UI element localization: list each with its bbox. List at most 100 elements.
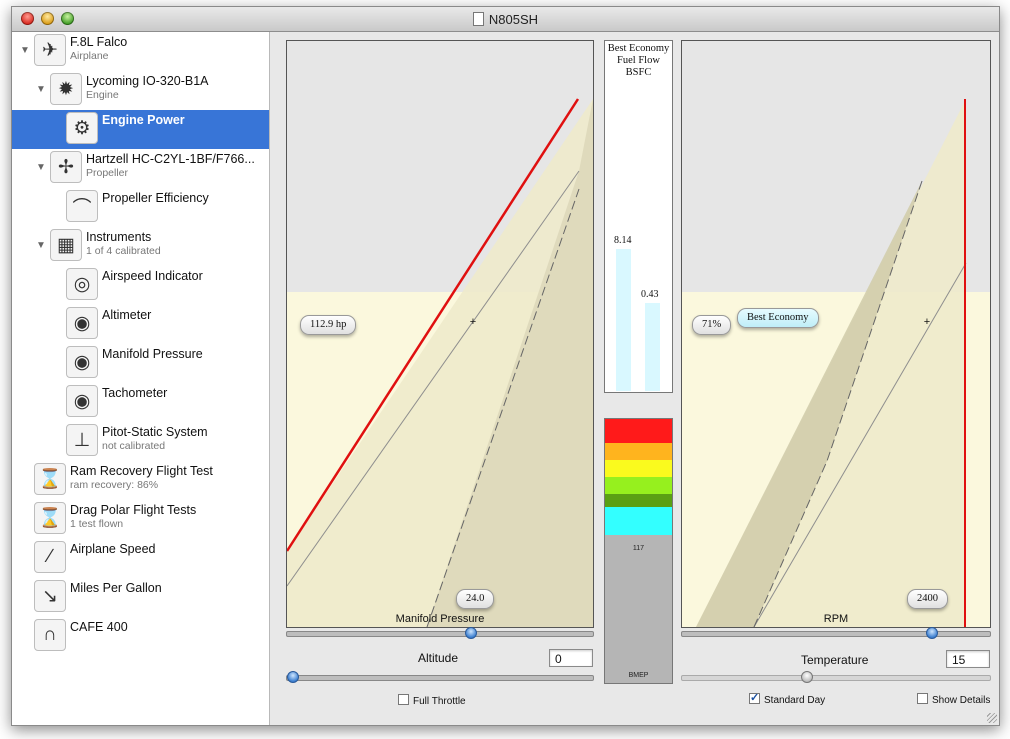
bsfc-value: 0.43 [641,289,659,300]
mpg-curve-icon: ↘ [34,580,66,612]
fuel-flow-title: Best Economy Fuel Flow BSFC [607,43,670,78]
engine-power-icon: ⚙ [66,112,98,144]
standard-day-checkbox-box[interactable] [749,691,760,704]
window-title-text: N805SH [488,12,539,27]
show-details-label: Show Details [932,695,991,706]
fuel-flow-panel: Best Economy Fuel Flow BSFC 8.14 0.43 [604,40,673,393]
sidebar-item-label: Altimeter [102,308,152,322]
disclosure-triangle-icon[interactable]: ▼ [36,84,46,95]
sidebar-item[interactable]: ▼ ▦ Instruments 1 of 4 calibrated [12,227,269,266]
operating-point-marker: + [470,316,476,328]
altitude-field[interactable]: 0 [549,649,593,667]
manifold-pressure-axis-label: Manifold Pressure [395,613,485,625]
disclosure-triangle-icon[interactable]: ▼ [36,162,46,173]
bsfc-bar [645,303,660,391]
sidebar-item-label: Pitot-Static System [102,425,208,439]
sidebar-item[interactable]: ⌛ Ram Recovery Flight Test ram recovery: 8… [12,461,269,500]
sidebar-item-label: Engine Power [102,113,185,127]
sidebar-item-text: CAFE 400 [70,620,128,634]
rpm-power-chart-svg: + [682,41,990,627]
sidebar-item-label: Hartzell HC-C2YL-1BF/F766... [86,152,255,166]
rpm-slider-thumb[interactable] [926,627,938,639]
sidebar-item-subtitle: Airplane [70,50,109,62]
sidebar-item[interactable]: ⌛ Drag Polar Flight Tests 1 test flown [12,500,269,539]
sidebar-item-subtitle: 1 test flown [70,518,124,530]
instrument-panel-icon: ▦ [50,229,82,261]
sidebar-item-label: Airspeed Indicator [102,269,203,283]
sidebar-item-subtitle: Propeller [86,167,129,179]
sidebar-item[interactable]: ▼ ✢ Hartzell HC-C2YL-1BF/F766... Propeller [12,149,269,188]
sidebar-item-text: Drag Polar Flight Tests 1 test flown [70,503,196,530]
sidebar-item-label: Airplane Speed [70,542,156,556]
sidebar-item-subtitle: not calibrated [102,440,166,452]
full-throttle-checkbox-box[interactable] [398,694,409,705]
title-bar: N805SH [12,7,999,32]
propeller-icon: ✢ [50,151,82,183]
operating-point-marker: + [924,316,930,328]
sidebar-item-label: Manifold Pressure [102,347,203,361]
sidebar-item-text: Miles Per Gallon [70,581,162,595]
manifold-pressure-gauge-icon: ◉ [66,346,98,378]
sidebar-item-label: Ram Recovery Flight Test [70,464,213,478]
sidebar-item[interactable]: ∕ Airplane Speed [12,539,269,578]
rpm-axis-label: RPM [823,613,849,625]
temperature-slider[interactable] [681,671,991,683]
temperature-field[interactable]: 15 [946,650,990,668]
rpm-slider[interactable] [681,627,991,639]
sidebar-item[interactable]: ◉ Tachometer [12,383,269,422]
standard-day-checkbox[interactable]: Standard Day [749,691,825,706]
sidebar-item-text: Ram Recovery Flight Test ram recovery: 86… [70,464,213,491]
bmep-label: BMEP [628,672,649,679]
show-details-checkbox-box[interactable] [917,693,928,704]
disclosure-triangle-icon[interactable]: ▼ [36,240,46,251]
full-throttle-checkbox[interactable]: Full Throttle [398,694,466,707]
rpm-power-chart[interactable]: + 71% Best Economy 2400 RPM [681,40,991,628]
sidebar-item[interactable]: ▼ ✹ Lycoming IO-320-B1A Engine [12,71,269,110]
altitude-slider[interactable] [286,671,594,683]
pitot-tube-icon: ⊥ [66,424,98,456]
window-resize-grip[interactable] [987,713,997,723]
sidebar-item-subtitle: Engine [86,89,119,101]
sidebar-item[interactable]: ◉ Altimeter [12,305,269,344]
manifold-pressure-slider-thumb[interactable] [465,627,477,639]
sidebar-item-text: Engine Power [102,113,185,127]
sidebar-item-label: Instruments [86,230,152,244]
curve-graph-icon: ⌒ [66,190,98,222]
sidebar-item[interactable]: ◎ Airspeed Indicator [12,266,269,305]
disclosure-triangle-icon[interactable]: ▼ [20,45,30,56]
sidebar-item[interactable]: ⌒ Propeller Efficiency [12,188,269,227]
sidebar-item-label: Miles Per Gallon [70,581,162,595]
rpm-readout: 2400 [907,589,948,609]
sidebar-item-text: Airplane Speed [70,542,155,556]
bmep-color-band [605,443,672,460]
sidebar-item-text: Altimeter [102,308,151,322]
app-window: N805SH ▼ ✈ F.8L Falco Airplane ▼ ✹ Lycoming IO… [11,6,1000,726]
engine-power-chart[interactable]: + 112.9 hp 24.0 Manifold Pressure [286,40,594,628]
sidebar-item[interactable]: ▼ ✈ F.8L Falco Airplane [12,32,269,71]
sidebar-item-label: Drag Polar Flight Tests [70,503,197,517]
sidebar-item-text: Manifold Pressure [102,347,203,361]
altitude-label: Altitude [418,651,459,665]
airplane-icon: ✈ [34,34,66,66]
tachometer-gauge-icon: ◉ [66,385,98,417]
sidebar-item[interactable]: ⊥ Pitot-Static System not calibrated [12,422,269,461]
manifold-pressure-readout: 24.0 [456,589,495,609]
percent-power-readout: 71% [692,315,732,335]
sidebar-item[interactable]: ◉ Manifold Pressure [12,344,269,383]
sidebar-item-subtitle: 1 of 4 calibrated [86,245,161,257]
bmep-color-band [605,419,672,443]
temperature-slider-thumb[interactable] [801,671,813,683]
sidebar-item[interactable]: ↘ Miles Per Gallon [12,578,269,617]
clipboard-test-icon: ⌛ [34,463,66,495]
sidebar-item[interactable]: ∩ CAFE 400 [12,617,269,656]
altitude-slider-thumb[interactable] [287,671,299,683]
show-details-checkbox[interactable]: Show Details [917,693,990,706]
sidebar-item-label: Tachometer [102,386,168,400]
sidebar-item[interactable]: ⚙ Engine Power [12,110,269,149]
speed-curve-icon: ∕ [34,541,66,573]
sidebar-item-text: Hartzell HC-C2YL-1BF/F766... Propeller [86,152,255,179]
manifold-pressure-slider[interactable] [286,627,594,639]
sidebar-item-subtitle: ram recovery: 86% [70,479,159,491]
best-economy-badge: Best Economy [737,308,819,328]
sidebar-item-label: F.8L Falco [70,35,128,49]
